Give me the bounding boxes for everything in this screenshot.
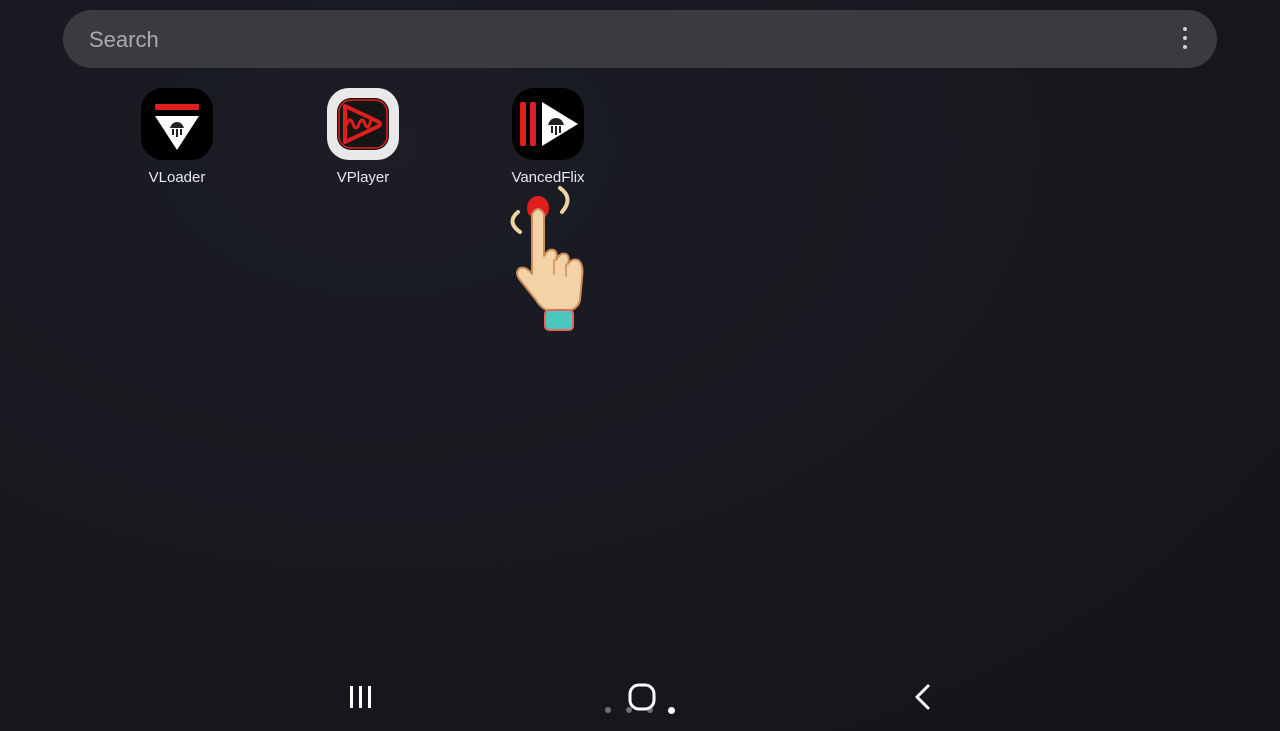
app-vplayer[interactable]: VPlayer — [303, 88, 423, 192]
app-vloader[interactable]: VLoader — [117, 88, 237, 192]
search-placeholder[interactable]: Search — [89, 27, 159, 53]
back-icon[interactable] — [898, 678, 946, 718]
home-icon[interactable] — [617, 678, 665, 718]
vloader-app-icon[interactable] — [141, 88, 213, 160]
recents-icon[interactable] — [337, 678, 385, 718]
tap-hand-icon — [498, 182, 594, 334]
search-bar[interactable]: Search — [63, 10, 1217, 68]
app-label-vloader[interactable]: VLoader — [117, 169, 237, 186]
more-vert-icon[interactable] — [1173, 26, 1197, 52]
vplayer-app-icon[interactable] — [327, 88, 399, 160]
vancedflix-app-icon[interactable] — [512, 88, 584, 160]
home-screen: Search VLoader VPlayer VancedFlix — [0, 0, 1280, 731]
app-vancedflix[interactable]: VancedFlix — [488, 88, 608, 192]
app-label-vplayer[interactable]: VPlayer — [303, 169, 423, 186]
navigation-bar — [0, 660, 1280, 731]
